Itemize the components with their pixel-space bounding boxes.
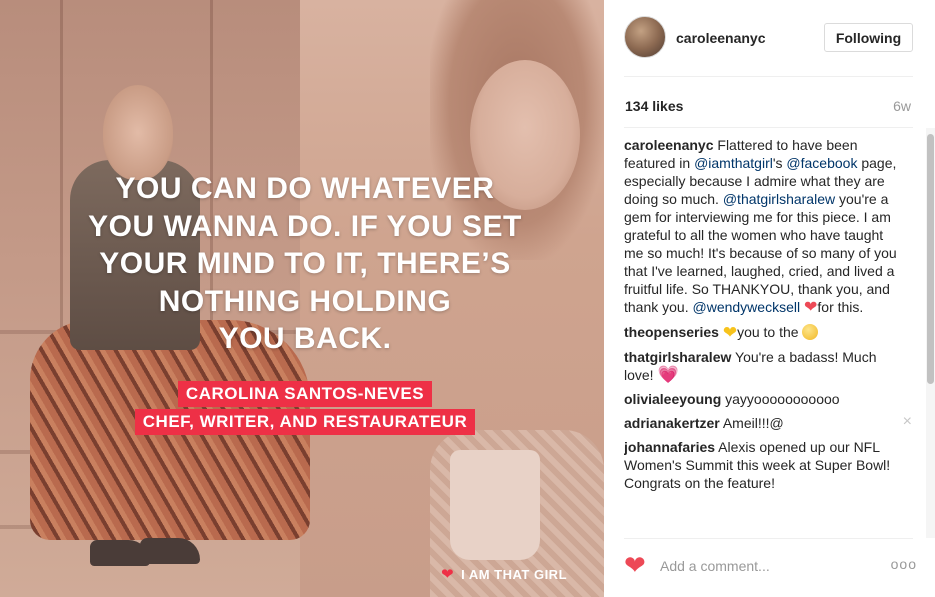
comment-input[interactable] xyxy=(660,555,860,577)
quote-line: YOU BACK. xyxy=(218,322,392,355)
caption: caroleenanyc Flattered to have been feat… xyxy=(624,136,914,317)
comment-text: yayyooooooooooo xyxy=(721,391,840,407)
comment-text: 's xyxy=(772,155,787,171)
comment-username[interactable]: thatgirlsharalew xyxy=(624,349,731,365)
comment-username[interactable]: olivialeeyoung xyxy=(624,391,721,407)
comment-username[interactable]: theopenseries xyxy=(624,324,719,340)
comment-username[interactable]: caroleenanyc xyxy=(624,137,714,153)
shoe xyxy=(140,538,200,564)
scrollbar-thumb[interactable] xyxy=(927,134,934,384)
post-image[interactable]: YOU CAN DO WHATEVER YOU WANNA DO. IF YOU… xyxy=(0,0,604,597)
quote-line: NOTHING HOLDING xyxy=(158,284,452,318)
quote-line: YOUR MIND TO IT, THERE’S xyxy=(99,247,511,280)
username-link[interactable]: caroleenanyc xyxy=(676,30,766,46)
woman-head xyxy=(103,85,173,180)
quote-text: YOU CAN DO WHATEVER YOU WANNA DO. IF YOU… xyxy=(0,170,604,358)
comment-text: you to the xyxy=(737,324,803,340)
list-item: adrianakertzer Ameil!!!@ × xyxy=(624,414,914,432)
cup xyxy=(450,450,540,560)
mention-link[interactable]: @thatgirlsharalew xyxy=(723,191,835,207)
heart-icon[interactable]: ❤ xyxy=(624,552,646,578)
mention-link[interactable]: @iamthatgirl xyxy=(694,155,773,171)
close-icon[interactable]: × xyxy=(903,414,912,430)
more-options-icon[interactable]: ooo xyxy=(891,556,917,572)
list-item: thatgirlsharalew You're a badass! Much l… xyxy=(624,348,914,384)
following-button[interactable]: Following xyxy=(824,23,913,52)
quote-line: YOU CAN DO WHATEVER xyxy=(115,172,495,205)
list-item: olivialeeyoung yayyooooooooooo xyxy=(624,390,914,408)
list-item: johannafaries Alexis opened up our NFL W… xyxy=(624,438,914,492)
comment-username[interactable]: johannafaries xyxy=(624,439,715,455)
post-header: caroleenanyc Following xyxy=(604,0,935,76)
comment-text: for this. xyxy=(817,299,864,315)
divider xyxy=(624,76,913,77)
credit-title: CHEF, WRITER, AND RESTAURATEUR xyxy=(134,409,476,435)
post-sidebar: caroleenanyc Following 134 likes 6w caro… xyxy=(604,0,935,597)
comments-list: caroleenanyc Flattered to have been feat… xyxy=(624,136,914,532)
comment-text: Ameil!!!@ xyxy=(719,415,784,431)
comments-scrollbar[interactable] xyxy=(926,128,935,538)
credit-name: CAROLINA SANTOS-NEVES xyxy=(177,381,433,407)
comment-bar: ❤ ooo xyxy=(604,538,935,597)
smiley-icon xyxy=(802,324,819,340)
pink-heart-icon: 💗 xyxy=(657,365,679,384)
comment-username[interactable]: adrianakertzer xyxy=(624,415,720,431)
brand-text: I AM THAT GIRL xyxy=(461,566,568,582)
avatar[interactable] xyxy=(624,16,666,58)
brand-watermark: ❤ I AM THAT GIRL xyxy=(441,565,567,583)
comment-text: you're a gem for interviewing me for thi… xyxy=(624,191,897,315)
likes-count[interactable]: 134 likes xyxy=(625,98,683,114)
credit-title-box: CHEF, WRITER, AND RESTAURATEUR xyxy=(0,409,604,435)
mention-link[interactable]: @wendywecksell xyxy=(693,299,801,315)
red-heart-icon: ❤ xyxy=(803,299,818,316)
heart-icon: ❤ xyxy=(441,566,455,583)
divider xyxy=(624,127,913,128)
credit-name-box: CAROLINA SANTOS-NEVES xyxy=(0,381,604,407)
list-item: theopenseries ❤you to the xyxy=(624,323,914,342)
quote-line: YOU WANNA DO. IF YOU SET xyxy=(88,209,522,243)
mention-link[interactable]: @facebook xyxy=(786,155,857,171)
yellow-heart-icon: ❤ xyxy=(722,323,738,342)
post-age[interactable]: 6w xyxy=(893,98,911,114)
